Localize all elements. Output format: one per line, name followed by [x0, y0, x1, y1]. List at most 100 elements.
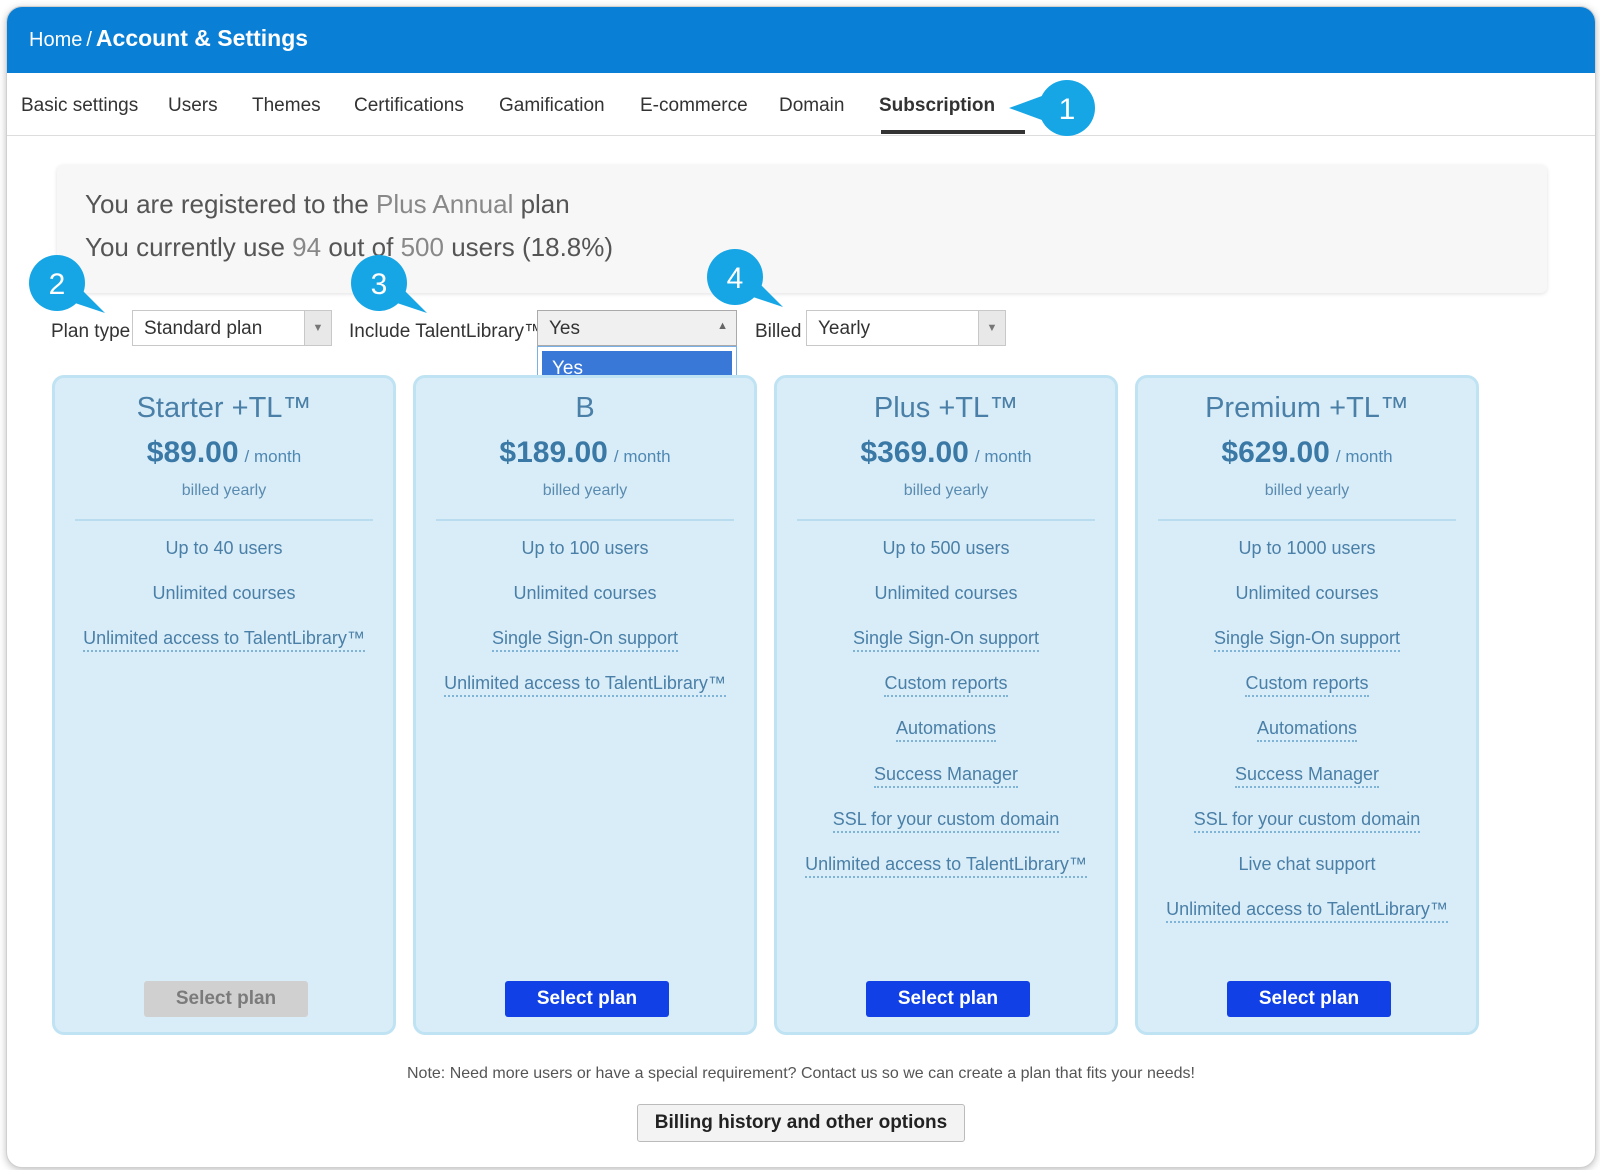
callout-2-number: 2 — [49, 268, 66, 301]
plan-period: / month — [244, 447, 302, 466]
plan-card-plus: Plus +TL™ $369.00 / month billed yearly U… — [774, 375, 1118, 1035]
feature-item-link[interactable]: SSL for your custom domain — [1138, 809, 1476, 833]
feature-item-link[interactable]: Single Sign-On support — [1138, 628, 1476, 652]
callout-3: 3 — [351, 255, 427, 313]
feature-item-link[interactable]: Automations — [777, 718, 1115, 742]
plan-name: Starter +TL™ — [136, 392, 312, 424]
plan-price: $189.00 — [499, 436, 608, 469]
callout-4-number: 4 — [727, 262, 744, 295]
chevron-down-icon: ▼ — [978, 311, 1005, 345]
feature-item-link[interactable]: Unlimited access to TalentLibrary™ — [777, 854, 1115, 878]
plan-period: / month — [613, 447, 671, 466]
feature-item: Unlimited courses — [513, 583, 657, 603]
callout-1: 1 — [1009, 80, 1095, 136]
talentlibrary-select[interactable]: Yes ▲ — [537, 310, 737, 346]
header-bar: Home / Account & Settings — [7, 7, 1595, 73]
page-title: Account & Settings — [95, 25, 309, 51]
plan-price-row: $629.00 / month — [1138, 436, 1476, 470]
settings-tabs: Basic settings Users Themes Certificatio… — [7, 73, 1595, 136]
plan-billing-note: billed yearly — [1264, 482, 1350, 499]
feature-item-link[interactable]: Single Sign-On support — [416, 628, 754, 652]
plan-summary-prefix: You are registered to the — [85, 189, 377, 219]
plan-billing-note: billed yearly — [181, 482, 267, 499]
feature-item: Live chat support — [1238, 854, 1376, 874]
billed-value: Yearly — [818, 318, 871, 339]
current-plan-name: Plus Annual — [376, 189, 514, 219]
talentlibrary-value: Yes — [549, 318, 580, 339]
plan-name: Premium +TL™ — [1205, 392, 1409, 424]
feature-item: Unlimited courses — [874, 583, 1018, 603]
feature-item: Unlimited courses — [152, 583, 296, 603]
select-plan-button[interactable]: Select plan — [505, 981, 669, 1017]
feature-item-link[interactable]: SSL for your custom domain — [777, 809, 1115, 833]
chevron-down-icon: ▼ — [304, 311, 331, 345]
callout-2: 2 — [29, 255, 105, 313]
callout-4: 4 — [707, 249, 783, 307]
plan-type-select[interactable]: Standard plan ▼ — [132, 310, 332, 346]
feature-item: Up to 500 users — [882, 538, 1010, 558]
divider — [75, 519, 373, 521]
select-plan-button[interactable]: Select plan — [1227, 981, 1391, 1017]
plan-period: / month — [1335, 447, 1393, 466]
plan-name: B — [575, 392, 595, 424]
plan-billing-note: billed yearly — [903, 482, 989, 499]
plan-name: Plus +TL™ — [873, 392, 1019, 424]
feature-item-link[interactable]: Success Manager — [777, 764, 1115, 788]
plan-price-row: $189.00 / month — [416, 436, 754, 470]
talentlibrary-label: Include TalentLibrary™ — [349, 321, 543, 342]
breadcrumb: Home / Account & Settings — [29, 25, 308, 52]
subscription-summary: You are registered to the Plus Annual pl… — [57, 165, 1547, 293]
tab-gamification[interactable]: Gamification — [499, 95, 605, 117]
usage-prefix: You currently use — [85, 232, 293, 262]
usage-suffix: users (18.8%) — [443, 232, 614, 262]
feature-item: Up to 1000 users — [1238, 538, 1376, 558]
tab-users[interactable]: Users — [168, 95, 218, 117]
plan-type-value: Standard plan — [144, 318, 263, 339]
tab-domain[interactable]: Domain — [779, 95, 844, 117]
feature-item: Up to 40 users — [165, 538, 283, 558]
plan-price-row: $89.00 / month — [55, 436, 393, 470]
select-plan-button[interactable]: Select plan — [866, 981, 1030, 1017]
plan-summary-line: You are registered to the Plus Annual pl… — [85, 189, 570, 220]
select-plan-button[interactable]: Select plan — [144, 981, 308, 1017]
breadcrumb-home-link[interactable]: Home — [29, 29, 82, 51]
divider — [1158, 519, 1456, 521]
feature-item: Up to 100 users — [521, 538, 649, 558]
plan-card-starter: Starter +TL™ $89.00 / month billed yearly… — [52, 375, 396, 1035]
plan-period: / month — [974, 447, 1032, 466]
plan-price-row: $369.00 / month — [777, 436, 1115, 470]
tab-e-commerce[interactable]: E-commerce — [640, 95, 748, 117]
breadcrumb-separator: / — [86, 29, 92, 51]
callout-1-number: 1 — [1059, 93, 1076, 126]
feature-item-link[interactable]: Unlimited access to TalentLibrary™ — [416, 673, 754, 697]
callout-3-number: 3 — [371, 268, 388, 301]
plan-summary-suffix: plan — [513, 189, 570, 219]
feature-item-link[interactable]: Unlimited access to TalentLibrary™ — [1138, 899, 1476, 923]
feature-item-link[interactable]: Single Sign-On support — [777, 628, 1115, 652]
plan-price: $369.00 — [860, 436, 969, 469]
app-window: Home / Account & Settings Basic settings U… — [6, 6, 1596, 1168]
plan-card-basic: B $189.00 / month billed yearly Up to 100… — [413, 375, 757, 1035]
feature-item-link[interactable]: Automations — [1138, 718, 1476, 742]
users-used-count: 94 — [292, 232, 322, 262]
plan-price: $629.00 — [1221, 436, 1330, 469]
feature-item-link[interactable]: Success Manager — [1138, 764, 1476, 788]
tab-certifications[interactable]: Certifications — [354, 95, 464, 117]
feature-item-link[interactable]: Custom reports — [1138, 673, 1476, 697]
feature-item-link[interactable]: Unlimited access to TalentLibrary™ — [55, 628, 393, 652]
billed-label: Billed — [755, 321, 802, 342]
active-tab-indicator — [881, 130, 1025, 134]
tab-themes[interactable]: Themes — [252, 95, 321, 117]
tab-subscription[interactable]: Subscription — [879, 95, 995, 117]
divider — [436, 519, 734, 521]
feature-item-link[interactable]: Custom reports — [777, 673, 1115, 697]
tab-basic-settings[interactable]: Basic settings — [21, 95, 138, 117]
billing-history-button[interactable]: Billing history and other options — [637, 1104, 965, 1142]
billed-select[interactable]: Yearly ▼ — [806, 310, 1006, 346]
divider — [797, 519, 1095, 521]
feature-item: Unlimited courses — [1235, 583, 1379, 603]
plan-card-premium: Premium +TL™ $629.00 / month billed yearl… — [1135, 375, 1479, 1035]
chevron-up-icon: ▲ — [717, 320, 728, 332]
plan-billing-note: billed yearly — [542, 482, 628, 499]
plan-type-label: Plan type — [51, 321, 131, 342]
